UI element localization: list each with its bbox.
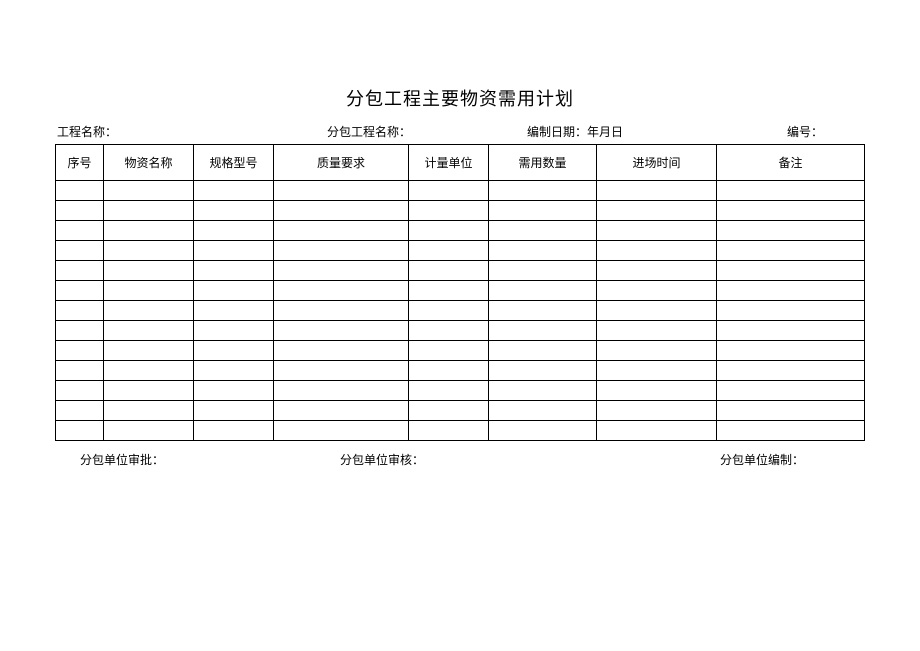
document-page: 分包工程主要物资需用计划 工程名称： 分包工程名称： 编制日期：年月日 编号： …: [0, 0, 920, 468]
table-row: [56, 341, 865, 361]
compile-label: 分包单位编制：: [720, 451, 840, 468]
table-row: [56, 401, 865, 421]
compile-date-label: 编制日期：年月日: [527, 123, 787, 140]
meta-row: 工程名称： 分包工程名称： 编制日期：年月日 编号：: [55, 123, 865, 140]
header-time: 进场时间: [597, 145, 717, 181]
table-row: [56, 221, 865, 241]
table-row: [56, 421, 865, 441]
table-row: [56, 361, 865, 381]
page-title: 分包工程主要物资需用计划: [55, 85, 865, 111]
review-label: 分包单位审核：: [340, 451, 720, 468]
sub-project-name-label: 分包工程名称：: [327, 123, 527, 140]
header-qty: 需用数量: [489, 145, 597, 181]
materials-table: 序号 物资名称 规格型号 质量要求 计量单位 需用数量 进场时间 备注: [55, 144, 865, 441]
table-row: [56, 181, 865, 201]
table-row: [56, 381, 865, 401]
footer-row: 分包单位审批： 分包单位审核： 分包单位编制：: [55, 451, 865, 468]
table-row: [56, 201, 865, 221]
header-quality: 质量要求: [274, 145, 409, 181]
table-row: [56, 301, 865, 321]
table-row: [56, 321, 865, 341]
header-remark: 备注: [717, 145, 865, 181]
header-spec: 规格型号: [194, 145, 274, 181]
table-row: [56, 241, 865, 261]
table-row: [56, 281, 865, 301]
header-unit: 计量单位: [409, 145, 489, 181]
number-label: 编号：: [787, 123, 863, 140]
table-header-row: 序号 物资名称 规格型号 质量要求 计量单位 需用数量 进场时间 备注: [56, 145, 865, 181]
table-row: [56, 261, 865, 281]
header-seq: 序号: [56, 145, 104, 181]
project-name-label: 工程名称：: [57, 123, 327, 140]
approve-label: 分包单位审批：: [80, 451, 340, 468]
header-name: 物资名称: [104, 145, 194, 181]
table-body: [56, 181, 865, 441]
